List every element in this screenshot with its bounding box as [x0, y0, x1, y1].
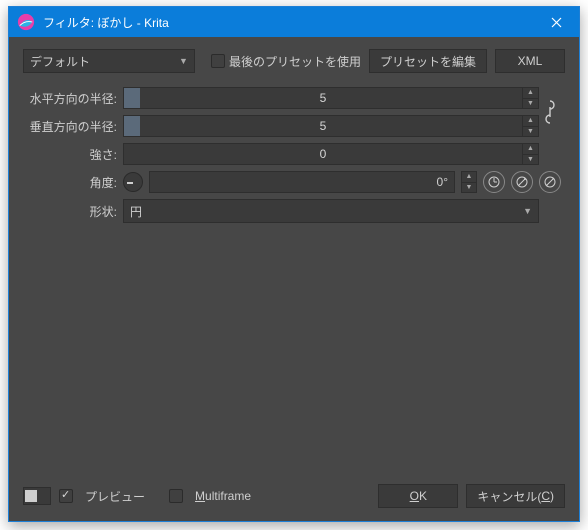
angle-spin[interactable]: ▲▼ [461, 171, 477, 193]
link-radii-toggle[interactable] [539, 87, 561, 137]
close-button[interactable] [533, 7, 579, 37]
preset-row: デフォルト ▼ 最後のプリセットを使用 プリセットを編集 XML [23, 49, 565, 73]
use-last-preset[interactable]: 最後のプリセットを使用 [211, 53, 361, 70]
multiframe-checkbox[interactable] [169, 489, 183, 503]
strength-slider[interactable]: 0 [123, 143, 523, 165]
chevron-down-icon: ▼ [179, 56, 188, 66]
shape-label: 形状: [23, 203, 123, 220]
angle-dial[interactable] [123, 172, 143, 192]
angle-value: 0° [437, 175, 448, 189]
titlebar[interactable]: フィルタ: ぼかし - Krita [9, 7, 579, 37]
vradius-spin[interactable]: ▲▼ [523, 115, 539, 137]
hradius-label: 水平方向の半径: [23, 90, 123, 107]
angle-snap-button[interactable] [539, 171, 561, 193]
preview-checkbox[interactable] [59, 489, 73, 503]
chevron-down-icon: ▼ [523, 206, 532, 216]
app-icon [17, 13, 35, 31]
angle-label: 角度: [23, 174, 123, 191]
angle-flip-button[interactable] [511, 171, 533, 193]
strength-row: 強さ: 0 ▲▼ [23, 143, 561, 165]
vradius-slider[interactable]: 5 [123, 115, 523, 137]
vradius-row: 垂直方向の半径: 5 ▲▼ [23, 115, 539, 137]
window-title: フィルタ: ぼかし - Krita [43, 14, 533, 31]
multiframe-label: Multiframe [195, 489, 251, 503]
strength-label: 強さ: [23, 146, 123, 163]
preview-toggle[interactable] [23, 487, 51, 505]
xml-button[interactable]: XML [495, 49, 565, 73]
cancel-button[interactable]: キャンセル(C) [466, 484, 565, 508]
radius-block: 水平方向の半径: 5 ▲▼ 垂直方向の半径: [23, 87, 561, 137]
ok-button[interactable]: OK [378, 484, 458, 508]
angle-reset-button[interactable] [483, 171, 505, 193]
preview-label: プレビュー [85, 488, 145, 505]
strength-spin[interactable]: ▲▼ [523, 143, 539, 165]
dialog-footer: プレビュー Multiframe OK キャンセル(C) [9, 481, 579, 521]
strength-value: 0 [124, 144, 522, 164]
use-last-preset-label: 最後のプリセットを使用 [229, 53, 361, 70]
dialog-window: フィルタ: ぼかし - Krita デフォルト ▼ 最後のプリセットを使用 プリ… [8, 6, 580, 522]
shape-row: 形状: 円 ▼ [23, 199, 561, 223]
params-form: 水平方向の半径: 5 ▲▼ 垂直方向の半径: [23, 87, 565, 223]
link-icon [543, 98, 557, 126]
edit-presets-button[interactable]: プリセットを編集 [369, 49, 487, 73]
dialog-content: デフォルト ▼ 最後のプリセットを使用 プリセットを編集 XML 水平方向の半径… [9, 37, 579, 481]
preset-combo[interactable]: デフォルト ▼ [23, 49, 195, 73]
angle-row: 角度: 0° ▲▼ [23, 171, 561, 193]
preset-selected: デフォルト [30, 53, 90, 70]
vradius-value: 5 [124, 116, 522, 136]
hradius-row: 水平方向の半径: 5 ▲▼ [23, 87, 539, 109]
shape-combo[interactable]: 円 ▼ [123, 199, 539, 223]
hradius-slider[interactable]: 5 [123, 87, 523, 109]
vradius-label: 垂直方向の半径: [23, 118, 123, 135]
use-last-preset-checkbox[interactable] [211, 54, 225, 68]
hradius-spin[interactable]: ▲▼ [523, 87, 539, 109]
shape-value: 円 [130, 203, 142, 220]
angle-field[interactable]: 0° [149, 171, 455, 193]
hradius-value: 5 [124, 88, 522, 108]
